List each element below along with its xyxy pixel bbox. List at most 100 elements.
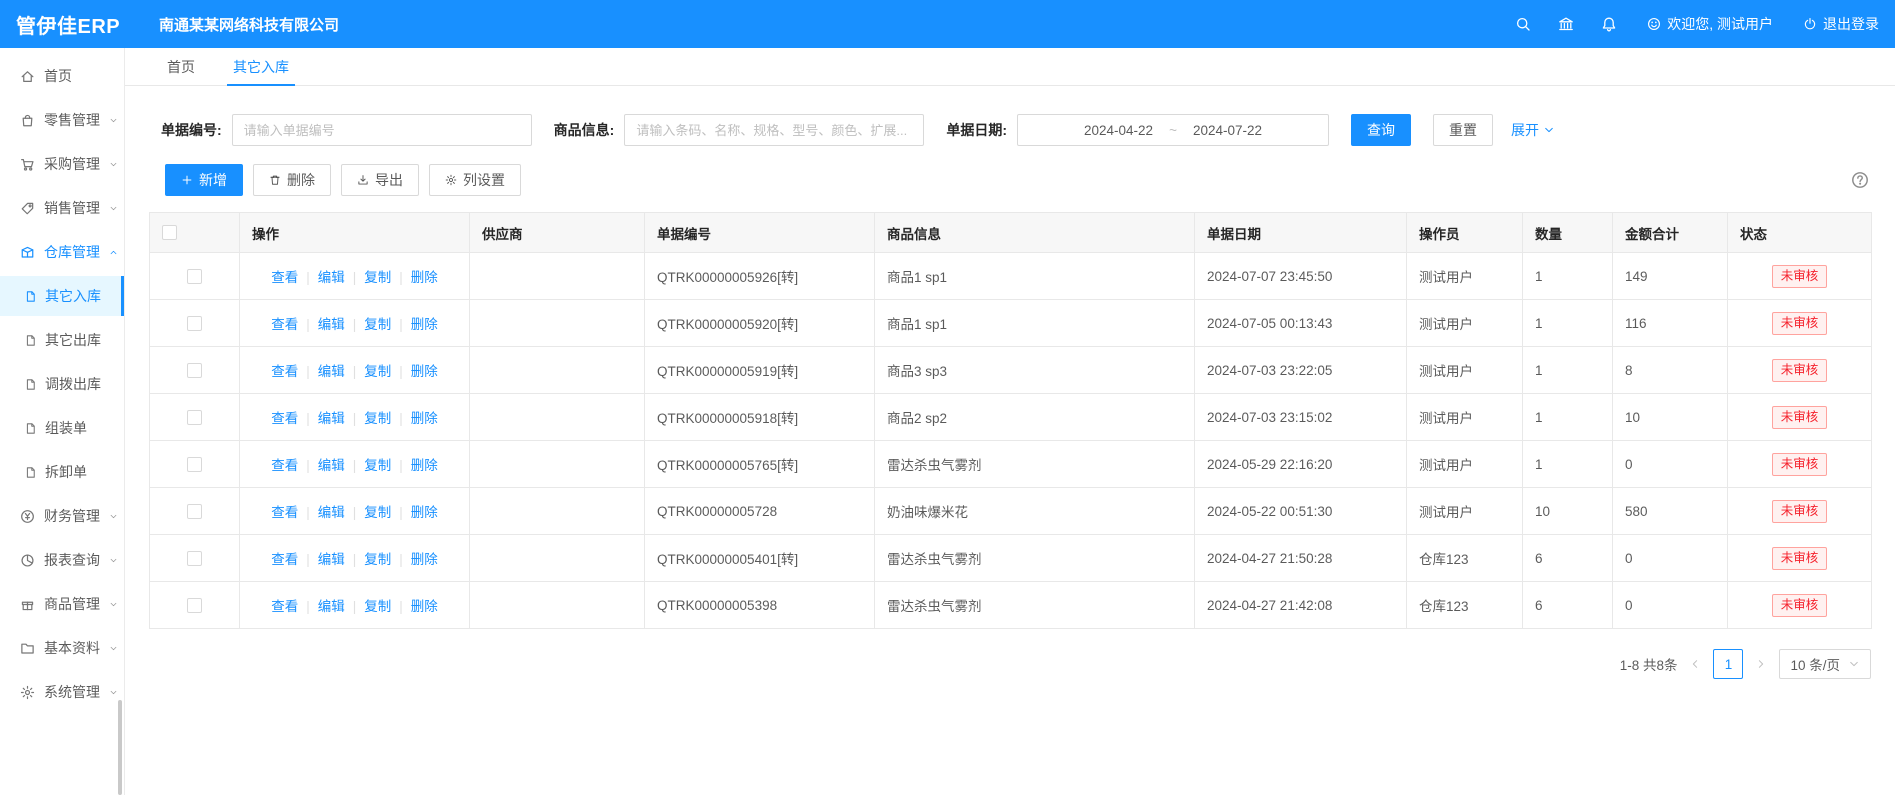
pagination-total: 1-8 共8条 bbox=[1620, 654, 1678, 674]
sidebar-subitem-other-in[interactable]: 其它入库 bbox=[0, 276, 124, 316]
row-action-delete[interactable]: 删除 bbox=[411, 317, 438, 332]
row-action-copy[interactable]: 复制 bbox=[364, 552, 391, 567]
row-action-copy[interactable]: 复制 bbox=[364, 317, 391, 332]
sidebar-subitem-transfer-out[interactable]: 调拨出库 bbox=[0, 364, 124, 404]
row-action-view[interactable]: 查看 bbox=[271, 364, 298, 379]
action-separator: | bbox=[353, 411, 357, 426]
row-action-delete[interactable]: 删除 bbox=[411, 552, 438, 567]
row-action-view[interactable]: 查看 bbox=[271, 599, 298, 614]
sidebar-item-goods[interactable]: 商品管理 bbox=[0, 584, 124, 624]
date-range-picker[interactable]: 2024-04-22 ~ 2024-07-22 bbox=[1017, 114, 1329, 146]
row-action-edit[interactable]: 编辑 bbox=[318, 270, 345, 285]
row-action-edit[interactable]: 编辑 bbox=[318, 317, 345, 332]
row-action-edit[interactable]: 编辑 bbox=[318, 364, 345, 379]
export-button[interactable]: 导出 bbox=[341, 164, 419, 196]
row-action-delete[interactable]: 删除 bbox=[411, 270, 438, 285]
row-checkbox[interactable] bbox=[187, 457, 202, 472]
expand-text: 展开 bbox=[1511, 120, 1539, 140]
row-action-delete[interactable]: 删除 bbox=[411, 505, 438, 520]
date-to[interactable]: 2024-07-22 bbox=[1193, 123, 1262, 138]
row-action-copy[interactable]: 复制 bbox=[364, 270, 391, 285]
row-action-delete[interactable]: 删除 bbox=[411, 599, 438, 614]
help-icon[interactable] bbox=[1851, 171, 1869, 189]
sidebar-subitem-other-out[interactable]: 其它出库 bbox=[0, 320, 124, 360]
status-badge: 未审核 bbox=[1772, 453, 1828, 476]
select-all-checkbox[interactable] bbox=[162, 225, 177, 240]
row-checkbox[interactable] bbox=[187, 551, 202, 566]
row-action-copy[interactable]: 复制 bbox=[364, 364, 391, 379]
main-content: 首页其它入库 单据编号: 商品信息: 单据日期: 2024-04-22 ~ 20… bbox=[125, 48, 1895, 795]
row-action-copy[interactable]: 复制 bbox=[364, 599, 391, 614]
cell-supplier bbox=[470, 394, 645, 441]
sidebar-item-label: 首页 bbox=[44, 66, 72, 86]
material-input[interactable] bbox=[624, 114, 924, 146]
search-button[interactable]: 查询 bbox=[1351, 114, 1411, 146]
tab-home[interactable]: 首页 bbox=[167, 48, 195, 85]
sidebar-subitem-disassembly[interactable]: 拆卸单 bbox=[0, 452, 124, 492]
row-action-edit[interactable]: 编辑 bbox=[318, 458, 345, 473]
sidebar-item-label: 报表查询 bbox=[44, 550, 100, 570]
page-size-value: 10 条/页 bbox=[1790, 654, 1840, 674]
sidebar-item-system[interactable]: 系统管理 bbox=[0, 672, 124, 712]
sidebar-item-purchase[interactable]: 采购管理 bbox=[0, 144, 124, 184]
row-action-delete[interactable]: 删除 bbox=[411, 364, 438, 379]
sidebar-item-retail[interactable]: 零售管理 bbox=[0, 100, 124, 140]
sidebar-item-basic[interactable]: 基本资料 bbox=[0, 628, 124, 668]
date-from[interactable]: 2024-04-22 bbox=[1084, 123, 1153, 138]
tab-label: 其它入库 bbox=[233, 57, 289, 77]
sidebar-item-finance[interactable]: 财务管理 bbox=[0, 496, 124, 536]
sidebar-subitem-label: 拆卸单 bbox=[45, 462, 87, 482]
sidebar-scrollbar[interactable] bbox=[118, 700, 122, 795]
sidebar-subitem-assembly[interactable]: 组装单 bbox=[0, 408, 124, 448]
reset-button[interactable]: 重置 bbox=[1433, 114, 1493, 146]
sidebar: 首页零售管理采购管理销售管理仓库管理其它入库其它出库调拨出库组装单拆卸单财务管理… bbox=[0, 48, 125, 795]
bill-no-input[interactable] bbox=[232, 114, 532, 146]
add-button[interactable]: 新增 bbox=[165, 164, 243, 196]
pagination-next[interactable] bbox=[1755, 658, 1767, 670]
row-action-view[interactable]: 查看 bbox=[271, 552, 298, 567]
row-action-delete[interactable]: 删除 bbox=[411, 458, 438, 473]
sidebar-item-report[interactable]: 报表查询 bbox=[0, 540, 124, 580]
row-action-view[interactable]: 查看 bbox=[271, 505, 298, 520]
chevron-down-icon bbox=[109, 600, 118, 609]
pagination-page-1[interactable]: 1 bbox=[1713, 649, 1743, 679]
row-action-view[interactable]: 查看 bbox=[271, 317, 298, 332]
row-checkbox[interactable] bbox=[187, 504, 202, 519]
pagination-prev[interactable] bbox=[1689, 658, 1701, 670]
row-action-copy[interactable]: 复制 bbox=[364, 458, 391, 473]
action-separator: | bbox=[306, 552, 310, 567]
search-icon[interactable] bbox=[1515, 16, 1531, 32]
row-action-copy[interactable]: 复制 bbox=[364, 505, 391, 520]
system-icon bbox=[20, 685, 35, 700]
row-action-delete[interactable]: 删除 bbox=[411, 411, 438, 426]
expand-link[interactable]: 展开 bbox=[1511, 120, 1555, 140]
sidebar-item-sales[interactable]: 销售管理 bbox=[0, 188, 124, 228]
row-action-copy[interactable]: 复制 bbox=[364, 411, 391, 426]
sidebar-item-home[interactable]: 首页 bbox=[0, 56, 124, 96]
row-checkbox[interactable] bbox=[187, 410, 202, 425]
row-action-edit[interactable]: 编辑 bbox=[318, 411, 345, 426]
action-separator: | bbox=[399, 599, 403, 614]
delete-button[interactable]: 删除 bbox=[253, 164, 331, 196]
row-checkbox[interactable] bbox=[187, 598, 202, 613]
tab-other-in[interactable]: 其它入库 bbox=[233, 48, 289, 85]
welcome-user[interactable]: 欢迎您, 测试用户 bbox=[1647, 14, 1773, 34]
column-settings-button[interactable]: 列设置 bbox=[429, 164, 521, 196]
row-action-edit[interactable]: 编辑 bbox=[318, 505, 345, 520]
row-checkbox[interactable] bbox=[187, 269, 202, 284]
building-icon[interactable] bbox=[1558, 16, 1574, 32]
cell-total: 580 bbox=[1613, 488, 1728, 535]
row-action-view[interactable]: 查看 bbox=[271, 270, 298, 285]
row-action-view[interactable]: 查看 bbox=[271, 411, 298, 426]
row-action-edit[interactable]: 编辑 bbox=[318, 552, 345, 567]
sidebar-item-warehouse[interactable]: 仓库管理 bbox=[0, 232, 124, 272]
row-action-view[interactable]: 查看 bbox=[271, 458, 298, 473]
row-action-edit[interactable]: 编辑 bbox=[318, 599, 345, 614]
sidebar-subitem-label: 其它出库 bbox=[45, 330, 101, 350]
sidebar-item-label: 基本资料 bbox=[44, 638, 100, 658]
row-checkbox[interactable] bbox=[187, 363, 202, 378]
notification-bell-icon[interactable] bbox=[1601, 16, 1617, 32]
page-size-select[interactable]: 10 条/页 bbox=[1779, 649, 1871, 679]
row-checkbox[interactable] bbox=[187, 316, 202, 331]
logout-button[interactable]: 退出登录 bbox=[1803, 14, 1879, 34]
